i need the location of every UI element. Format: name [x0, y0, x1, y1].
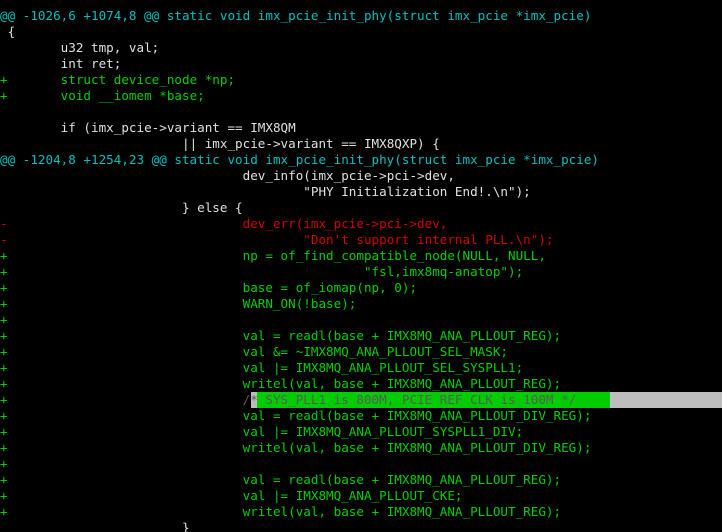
diff-code: || imx_pcie->variant == IMX8QXP) {	[7, 136, 440, 151]
diff-context-line	[0, 104, 722, 120]
diff-context-line: {	[0, 24, 722, 40]
diff-prefix: +	[0, 360, 8, 375]
diff-prefix: +	[0, 504, 8, 519]
diff-prefix: +	[0, 456, 8, 471]
diff-prefix	[0, 104, 8, 119]
diff-code: dev_info(imx_pcie->pci->dev,	[7, 168, 455, 183]
diff-context-line: int ret;	[0, 56, 722, 72]
diff-prefix: +	[0, 392, 8, 407]
diff-code: val = readl(base + IMX8MQ_ANA_PLLOUT_DIV…	[7, 408, 592, 423]
diff-context-line: } else {	[0, 200, 722, 216]
diff-code: val |= IMX8MQ_ANA_PLLOUT_SYSPLL1_DIV;	[7, 424, 524, 439]
diff-prefix	[0, 24, 8, 39]
diff-prefix	[0, 184, 8, 199]
diff-code: val |= IMX8MQ_ANA_PLLOUT_SEL_SYSPLL1;	[7, 360, 524, 375]
diff-added-line: +	[0, 456, 722, 472]
diff-code: {	[7, 24, 16, 39]
diff-code: void __iomem *base;	[7, 88, 205, 103]
diff-added-line: + val = readl(base + IMX8MQ_ANA_PLLOUT_R…	[0, 328, 722, 344]
diff-context-line: }	[0, 520, 722, 532]
diff-prefix: +	[0, 72, 8, 87]
diff-code: /* SYS_PLL1 is 800M, PCIE REF CLK is 100…	[7, 392, 577, 407]
diff-added-line: + writel(val, base + IMX8MQ_ANA_PLLOUT_R…	[0, 504, 722, 520]
diff-prefix: +	[0, 424, 8, 439]
diff-prefix	[0, 56, 8, 71]
terminal-window[interactable]: @@ -1026,6 +1074,8 @@ static void imx_pc…	[0, 0, 722, 532]
diff-prefix: -	[0, 232, 8, 247]
diff-prefix	[0, 136, 8, 151]
diff-removed-line: - "Don't support internal PLL.\n");	[0, 232, 722, 248]
diff-prefix: +	[0, 248, 8, 263]
diff-prefix	[0, 40, 8, 55]
diff-added-line: + val |= IMX8MQ_ANA_PLLOUT_SYSPLL1_DIV;	[0, 424, 722, 440]
diff-code: dev_err(imx_pcie->pci->dev,	[7, 216, 448, 231]
diff-added-line: + void __iomem *base;	[0, 88, 722, 104]
diff-prefix	[0, 200, 8, 215]
diff-context-line: "PHY Initialization End!.\n");	[0, 184, 722, 200]
diff-prefix: +	[0, 344, 8, 359]
diff-added-line: + val |= IMX8MQ_ANA_PLLOUT_SEL_SYSPLL1;	[0, 360, 722, 376]
diff-prefix: +	[0, 328, 8, 343]
diff-prefix: +	[0, 408, 8, 423]
diff-code: writel(val, base + IMX8MQ_ANA_PLLOUT_REG…	[7, 376, 562, 391]
diff-hunk-header: @@ -1204,8 +1254,23 @@ static void imx_p…	[0, 152, 722, 168]
diff-added-line: + val |= IMX8MQ_ANA_PLLOUT_CKE;	[0, 488, 722, 504]
diff-code: WARN_ON(!base);	[7, 296, 357, 311]
diff-prefix: -	[0, 216, 8, 231]
diff-removed-line: - dev_err(imx_pcie->pci->dev,	[0, 216, 722, 232]
diff-code: "Don't support internal PLL.\n");	[7, 232, 554, 247]
diff-prefix	[0, 168, 8, 183]
diff-added-line: + WARN_ON(!base);	[0, 296, 722, 312]
diff-hunk-header: @@ -1026,6 +1074,8 @@ static void imx_pc…	[0, 8, 722, 24]
diff-prefix: +	[0, 296, 8, 311]
diff-prefix: +	[0, 264, 8, 279]
diff-added-line: + base = of_iomap(np, 0);	[0, 280, 722, 296]
diff-code: if (imx_pcie->variant == IMX8QM	[7, 120, 296, 135]
diff-prefix: +	[0, 376, 8, 391]
diff-code: @@ -1204,8 +1254,23 @@ static void imx_p…	[0, 152, 599, 167]
diff-prefix: +	[0, 472, 8, 487]
diff-added-line: + val = readl(base + IMX8MQ_ANA_PLLOUT_D…	[0, 408, 722, 424]
diff-context-line: dev_info(imx_pcie->pci->dev,	[0, 168, 722, 184]
diff-added-line: +	[0, 312, 722, 328]
diff-added-line: + np = of_find_compatible_node(NULL, NUL…	[0, 248, 722, 264]
diff-added-line: + val = readl(base + IMX8MQ_ANA_PLLOUT_R…	[0, 472, 722, 488]
diff-context-line: || imx_pcie->variant == IMX8QXP) {	[0, 136, 722, 152]
diff-code: val &= ~IMX8MQ_ANA_PLLOUT_SEL_MASK;	[7, 344, 509, 359]
diff-code: u32 tmp, val;	[7, 40, 160, 55]
diff-code: @@ -1026,6 +1074,8 @@ static void imx_pc…	[0, 8, 592, 23]
diff-code: "PHY Initialization End!.\n");	[7, 184, 531, 199]
diff-prefix: +	[0, 440, 8, 455]
diff-code: np = of_find_compatible_node(NULL, NULL,	[7, 248, 546, 263]
diff-context-line: if (imx_pcie->variant == IMX8QM	[0, 120, 722, 136]
diff-prefix	[0, 120, 8, 135]
diff-code: val = readl(base + IMX8MQ_ANA_PLLOUT_REG…	[7, 328, 562, 343]
diff-code: writel(val, base + IMX8MQ_ANA_PLLOUT_REG…	[7, 504, 562, 519]
diff-added-line: + val &= ~IMX8MQ_ANA_PLLOUT_SEL_MASK;	[0, 344, 722, 360]
diff-added-line: + "fsl,imx8mq-anatop");	[0, 264, 722, 280]
diff-code: writel(val, base + IMX8MQ_ANA_PLLOUT_DIV…	[7, 440, 592, 455]
diff-code: "fsl,imx8mq-anatop");	[7, 264, 524, 279]
diff-added-line: + writel(val, base + IMX8MQ_ANA_PLLOUT_D…	[0, 440, 722, 456]
diff-code: int ret;	[7, 56, 122, 71]
diff-code: }	[7, 520, 190, 532]
diff-prefix: +	[0, 280, 8, 295]
diff-prefix	[0, 520, 8, 532]
diff-context-line: u32 tmp, val;	[0, 40, 722, 56]
diff-code: val = readl(base + IMX8MQ_ANA_PLLOUT_REG…	[7, 472, 562, 487]
diff-prefix: +	[0, 312, 8, 327]
diff-code: val |= IMX8MQ_ANA_PLLOUT_CKE;	[7, 488, 463, 503]
diff-prefix: +	[0, 88, 8, 103]
diff-added-line: + struct device_node *np;	[0, 72, 722, 88]
diff-added-line: + /* SYS_PLL1 is 800M, PCIE REF CLK is 1…	[0, 392, 722, 408]
diff-code: base = of_iomap(np, 0);	[7, 280, 418, 295]
diff-code: } else {	[7, 200, 243, 215]
diff-prefix: +	[0, 488, 8, 503]
diff-added-line: + writel(val, base + IMX8MQ_ANA_PLLOUT_R…	[0, 376, 722, 392]
diff-code: struct device_node *np;	[7, 72, 236, 87]
